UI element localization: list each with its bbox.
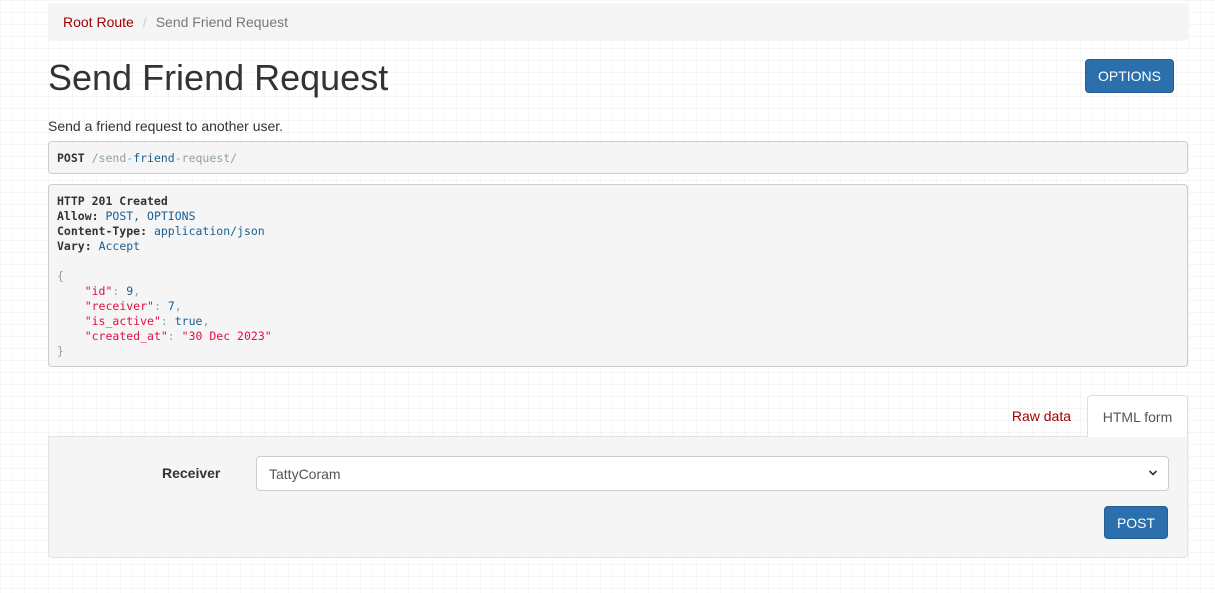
page-description: Send a friend request to another user. (48, 118, 284, 134)
header-key: Content-Type: (57, 224, 148, 238)
json-value: true (174, 314, 203, 328)
request-info: POST /send-friend -request/ (48, 141, 1188, 174)
header-key: Vary: (57, 239, 92, 253)
tab-html-form[interactable]: HTML form (1087, 395, 1188, 437)
breadcrumb-separator: / (142, 14, 147, 30)
json-open-brace: { (57, 269, 64, 283)
header-value: Accept (98, 239, 141, 253)
json-key: "is_active" (84, 314, 161, 328)
options-button[interactable]: OPTIONS (1084, 59, 1174, 93)
json-value: 7 (167, 299, 175, 313)
json-key: "receiver" (84, 299, 154, 313)
json-close-brace: } (57, 344, 64, 358)
chevron-down-icon (1148, 470, 1158, 476)
breadcrumb-current: Send Friend Request (155, 14, 289, 30)
request-path-part2: friend (133, 150, 175, 165)
receiver-select[interactable]: TattyCoram (256, 456, 1169, 491)
response-status: HTTP 201 Created (57, 194, 168, 208)
post-button[interactable]: POST (1104, 506, 1168, 539)
response-info: HTTP 201 Created Allow: POST, OPTIONS Co… (48, 184, 1188, 367)
header-value: POST, OPTIONS (105, 209, 196, 223)
breadcrumb: Root Route / Send Friend Request (48, 3, 1188, 41)
tab-raw-data[interactable]: Raw data (998, 395, 1085, 437)
json-value: "30 Dec 2023" (181, 329, 272, 343)
receiver-selected-value: TattyCoram (269, 465, 341, 482)
request-path-part3: -request/ (174, 150, 238, 165)
content-tabs: Raw data HTML form (48, 395, 1188, 437)
breadcrumb-root-link[interactable]: Root Route (63, 14, 134, 30)
title-row: Send Friend Request OPTIONS (48, 41, 1188, 115)
request-method: POST (57, 150, 85, 165)
json-key: "created_at" (84, 329, 168, 343)
header-key: Allow: (57, 209, 99, 223)
page-title: Send Friend Request (48, 57, 389, 98)
header-value: application/json (153, 224, 265, 238)
json-key: "id" (84, 284, 113, 298)
receiver-label: Receiver (162, 465, 221, 481)
page-container: Root Route / Send Friend Request Send Fr… (48, 0, 1188, 558)
request-path-part1: /send- (91, 150, 134, 165)
html-form-panel: Receiver TattyCoram POST (48, 436, 1188, 558)
